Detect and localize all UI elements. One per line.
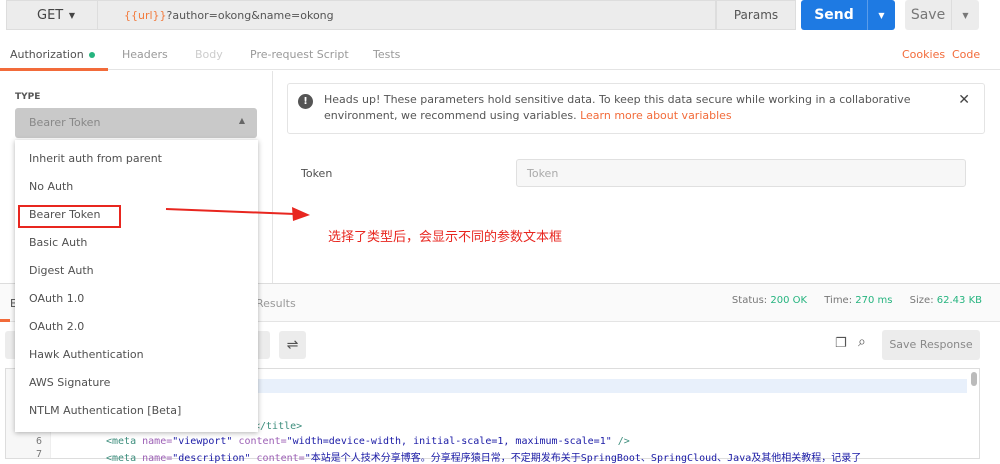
token-label: Token	[301, 167, 333, 180]
copy-icon[interactable]: ❐	[835, 336, 847, 351]
caret-up-icon: ▲	[238, 116, 245, 125]
type-label: TYPE	[15, 92, 41, 102]
arrow-annotation-icon	[165, 207, 310, 221]
highlight-box	[18, 205, 121, 228]
code-line: <meta name="viewport" content="width=dev…	[106, 436, 630, 447]
token-input[interactable]: Token	[516, 159, 966, 187]
tab-body[interactable]: Body	[195, 48, 223, 61]
menu-item[interactable]: Inherit auth from parent	[29, 152, 162, 165]
params-button[interactable]: Params	[716, 0, 796, 30]
auth-type-select[interactable]: Bearer Token ▲	[15, 108, 257, 138]
url-input[interactable]: {{url}}?author=okong&name=okong	[98, 0, 716, 30]
menu-item[interactable]: Hawk Authentication	[29, 348, 144, 361]
menu-item[interactable]: OAuth 2.0	[29, 320, 84, 333]
code-link[interactable]: Code	[952, 48, 980, 61]
menu-item[interactable]: Digest Auth	[29, 264, 94, 277]
tab-pre-request-script[interactable]: Pre-request Script	[250, 48, 349, 61]
menu-item[interactable]: AWS Signature	[29, 376, 110, 389]
save-button[interactable]: Save ▼	[905, 0, 979, 30]
tab-test-results[interactable]: Results	[256, 297, 296, 310]
divider	[272, 71, 273, 283]
learn-more-link[interactable]: Learn more about variables	[580, 109, 732, 122]
menu-item[interactable]: No Auth	[29, 180, 73, 193]
info-icon: !	[298, 94, 313, 109]
active-tab-underline	[0, 319, 10, 322]
tab-headers[interactable]: Headers	[122, 48, 168, 61]
menu-item[interactable]: Basic Auth	[29, 236, 87, 249]
scrollbar[interactable]	[971, 372, 977, 386]
menu-item[interactable]: NTLM Authentication [Beta]	[29, 404, 181, 417]
chevron-down-icon: ▼	[68, 10, 75, 20]
cookies-link[interactable]: Cookies	[902, 48, 945, 61]
active-dot-icon	[88, 52, 95, 58]
active-tab-underline	[0, 68, 108, 71]
close-icon[interactable]: ✕	[958, 92, 970, 108]
code-line: <meta name="description" content="本站是个人技…	[106, 453, 862, 464]
send-button[interactable]: Send ▼	[801, 0, 895, 30]
wrap-lines-icon[interactable]: ⇌	[279, 331, 306, 359]
annotation-text: 选择了类型后，会显示不同的参数文本框	[328, 230, 563, 245]
tab-authorization[interactable]: Authorization	[10, 48, 95, 61]
sensitive-data-alert: ! Heads up! These parameters hold sensit…	[287, 83, 985, 134]
method-select[interactable]: GET ▼	[6, 0, 98, 30]
tab-tests[interactable]: Tests	[373, 48, 400, 61]
save-dropdown-icon[interactable]: ▼	[951, 0, 979, 30]
menu-item[interactable]: OAuth 1.0	[29, 292, 84, 305]
response-status: Status: 200 OK Time: 270 ms Size: 62.43 …	[731, 295, 982, 306]
auth-type-menu: Inherit auth from parent No Auth Bearer …	[15, 140, 258, 432]
request-tabs: Authorization Headers Body Pre-request S…	[0, 40, 1000, 70]
send-dropdown-icon[interactable]: ▼	[867, 0, 895, 30]
search-icon[interactable]: ⌕	[858, 334, 866, 350]
save-response-button[interactable]: Save Response	[882, 330, 980, 360]
